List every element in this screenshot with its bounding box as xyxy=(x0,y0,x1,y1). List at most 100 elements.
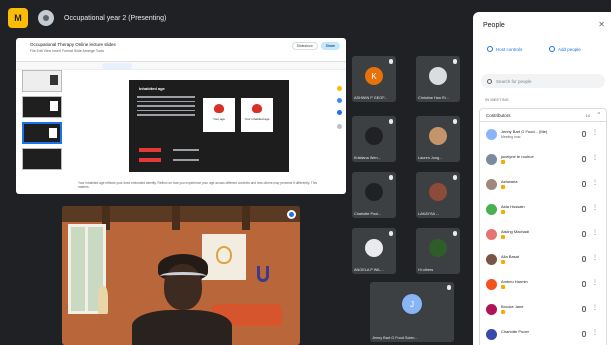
raised-hand-icon xyxy=(501,235,505,239)
list-item[interactable]: Jenny Bart G Food... (Me) Meeting host ⋮ xyxy=(480,122,606,147)
mic-icon[interactable] xyxy=(582,206,586,212)
section-label: IN MEETING xyxy=(485,98,509,102)
meeting-header: M Occupational year 2 (Presenting) xyxy=(0,0,470,36)
participant-tile[interactable]: Charlotte Pool... xyxy=(352,172,396,218)
slide-thumbnail[interactable] xyxy=(22,70,62,92)
mic-icon[interactable] xyxy=(582,331,586,337)
avatar xyxy=(365,183,383,201)
mic-icon[interactable] xyxy=(582,181,586,187)
raised-hand-icon xyxy=(501,285,505,289)
speaker-notes: Your inhabited age reflects your lived e… xyxy=(78,181,317,189)
search-people-input[interactable]: Search for people xyxy=(481,74,605,88)
meet-logo-icon: M xyxy=(8,8,28,28)
pin-icon[interactable] xyxy=(287,210,296,219)
add-people-button[interactable]: Add people xyxy=(549,46,581,52)
more-options-icon[interactable]: ⋮ xyxy=(592,204,598,211)
participant-tile[interactable]: ANGELA P WIL... xyxy=(352,228,396,274)
slide-thumbnails xyxy=(22,70,66,174)
mic-icon[interactable] xyxy=(582,281,586,287)
avatar: J xyxy=(402,294,422,314)
participant-tile[interactable]: J Jenny Bart G Food Scien... xyxy=(370,282,454,342)
more-options-icon[interactable]: ⋮ xyxy=(592,329,598,336)
participant-tile[interactable]: Christine Han Ri... xyxy=(416,56,460,102)
search-icon xyxy=(487,78,492,84)
avatar xyxy=(365,239,383,257)
participant-tile[interactable]: Kristiana Wen... xyxy=(352,116,396,162)
mic-icon[interactable] xyxy=(582,256,586,262)
host-controls-button[interactable]: Host controls xyxy=(487,46,522,52)
avatar xyxy=(486,154,497,165)
more-options-icon[interactable]: ⋮ xyxy=(592,279,598,286)
participant-tile[interactable]: Hi others xyxy=(416,228,460,274)
slide-thumbnail[interactable] xyxy=(22,96,62,118)
list-item[interactable]: Brooke Jane ⋮ xyxy=(480,297,606,322)
avatar xyxy=(429,183,447,201)
mic-icon[interactable] xyxy=(582,306,586,312)
mic-icon xyxy=(447,285,451,290)
participant-tile[interactable]: LAKAYSA ... xyxy=(416,172,460,218)
contributors-group-header[interactable]: Contributors 14 ^ xyxy=(479,108,607,122)
mic-icon xyxy=(389,231,393,236)
horseshoe-decor xyxy=(257,266,269,282)
panel-title: People xyxy=(483,22,505,29)
avatar xyxy=(486,179,497,190)
avatar: K xyxy=(365,67,383,85)
list-item[interactable]: Alla Basat ⋮ xyxy=(480,247,606,272)
people-panel: People ✕ Host controls Add people Search… xyxy=(473,12,611,345)
your-age-card: Your age xyxy=(203,98,235,132)
mic-icon xyxy=(389,59,393,64)
list-item[interactable]: Ambriu Harmin ⋮ xyxy=(480,272,606,297)
close-icon[interactable]: ✕ xyxy=(598,20,605,29)
presenter-avatar xyxy=(38,10,54,26)
list-item[interactable]: jocelyne te roohue ⋮ xyxy=(480,147,606,172)
wall-tapestry xyxy=(202,234,246,280)
avatar xyxy=(486,204,497,215)
more-options-icon[interactable]: ⋮ xyxy=(592,229,598,236)
avatar xyxy=(486,329,497,340)
shared-screen: Occupational Therapy Online lecture slid… xyxy=(16,38,346,194)
add-icon[interactable] xyxy=(337,124,342,129)
slide-thumbnail[interactable] xyxy=(22,148,62,170)
mic-icon[interactable] xyxy=(582,131,586,137)
mic-icon xyxy=(389,119,393,124)
avatar xyxy=(365,127,383,145)
participant-tile[interactable]: Lauren Jung... xyxy=(416,116,460,162)
meeting-title: Occupational year 2 (Presenting) xyxy=(64,14,167,22)
more-options-icon[interactable]: ⋮ xyxy=(592,154,598,161)
list-item[interactable]: Aida Hussain ⋮ xyxy=(480,197,606,222)
doc-toolbar: Occupational Therapy Online lecture slid… xyxy=(16,38,346,62)
slide-bullets xyxy=(137,96,195,119)
slide-heading: Inhabited age xyxy=(139,86,165,91)
avatar xyxy=(486,279,497,290)
participant-tile[interactable]: K ASHWIN P GEOF... xyxy=(352,56,396,102)
add-person-icon xyxy=(549,46,555,52)
more-options-icon[interactable]: ⋮ xyxy=(592,129,598,136)
mic-icon xyxy=(389,175,393,180)
raised-hand-icon xyxy=(501,310,505,314)
more-options-icon[interactable]: ⋮ xyxy=(592,304,598,311)
list-item[interactable]: Aisling Machadi ⋮ xyxy=(480,222,606,247)
raised-hand-icon xyxy=(501,210,505,214)
mic-icon[interactable] xyxy=(582,156,586,162)
share-button[interactable]: Share xyxy=(320,42,340,50)
avatar xyxy=(486,254,497,265)
avatar xyxy=(486,229,497,240)
doc-menu: File Edit View Insert Format Slide Arran… xyxy=(30,49,104,53)
slideshow-button[interactable]: Slideshow xyxy=(291,42,318,50)
more-options-icon[interactable]: ⋮ xyxy=(592,254,598,261)
vr-headset xyxy=(160,272,206,280)
presenter-video xyxy=(62,206,300,345)
calendar-icon[interactable] xyxy=(337,86,342,91)
avatar xyxy=(429,239,447,257)
slide-red-label xyxy=(139,158,161,162)
raised-hand-icon xyxy=(501,160,505,164)
list-item[interactable]: Charlotte Pooer ⋮ xyxy=(480,322,606,345)
tasks-icon[interactable] xyxy=(337,110,342,115)
list-item[interactable]: Ashwaria ⋮ xyxy=(480,172,606,197)
slide-thumbnail[interactable] xyxy=(22,122,62,144)
more-options-icon[interactable]: ⋮ xyxy=(592,179,598,186)
mic-icon[interactable] xyxy=(582,231,586,237)
keep-icon[interactable] xyxy=(337,98,342,103)
doc-format-bar xyxy=(16,62,346,70)
raised-hand-icon xyxy=(501,185,505,189)
